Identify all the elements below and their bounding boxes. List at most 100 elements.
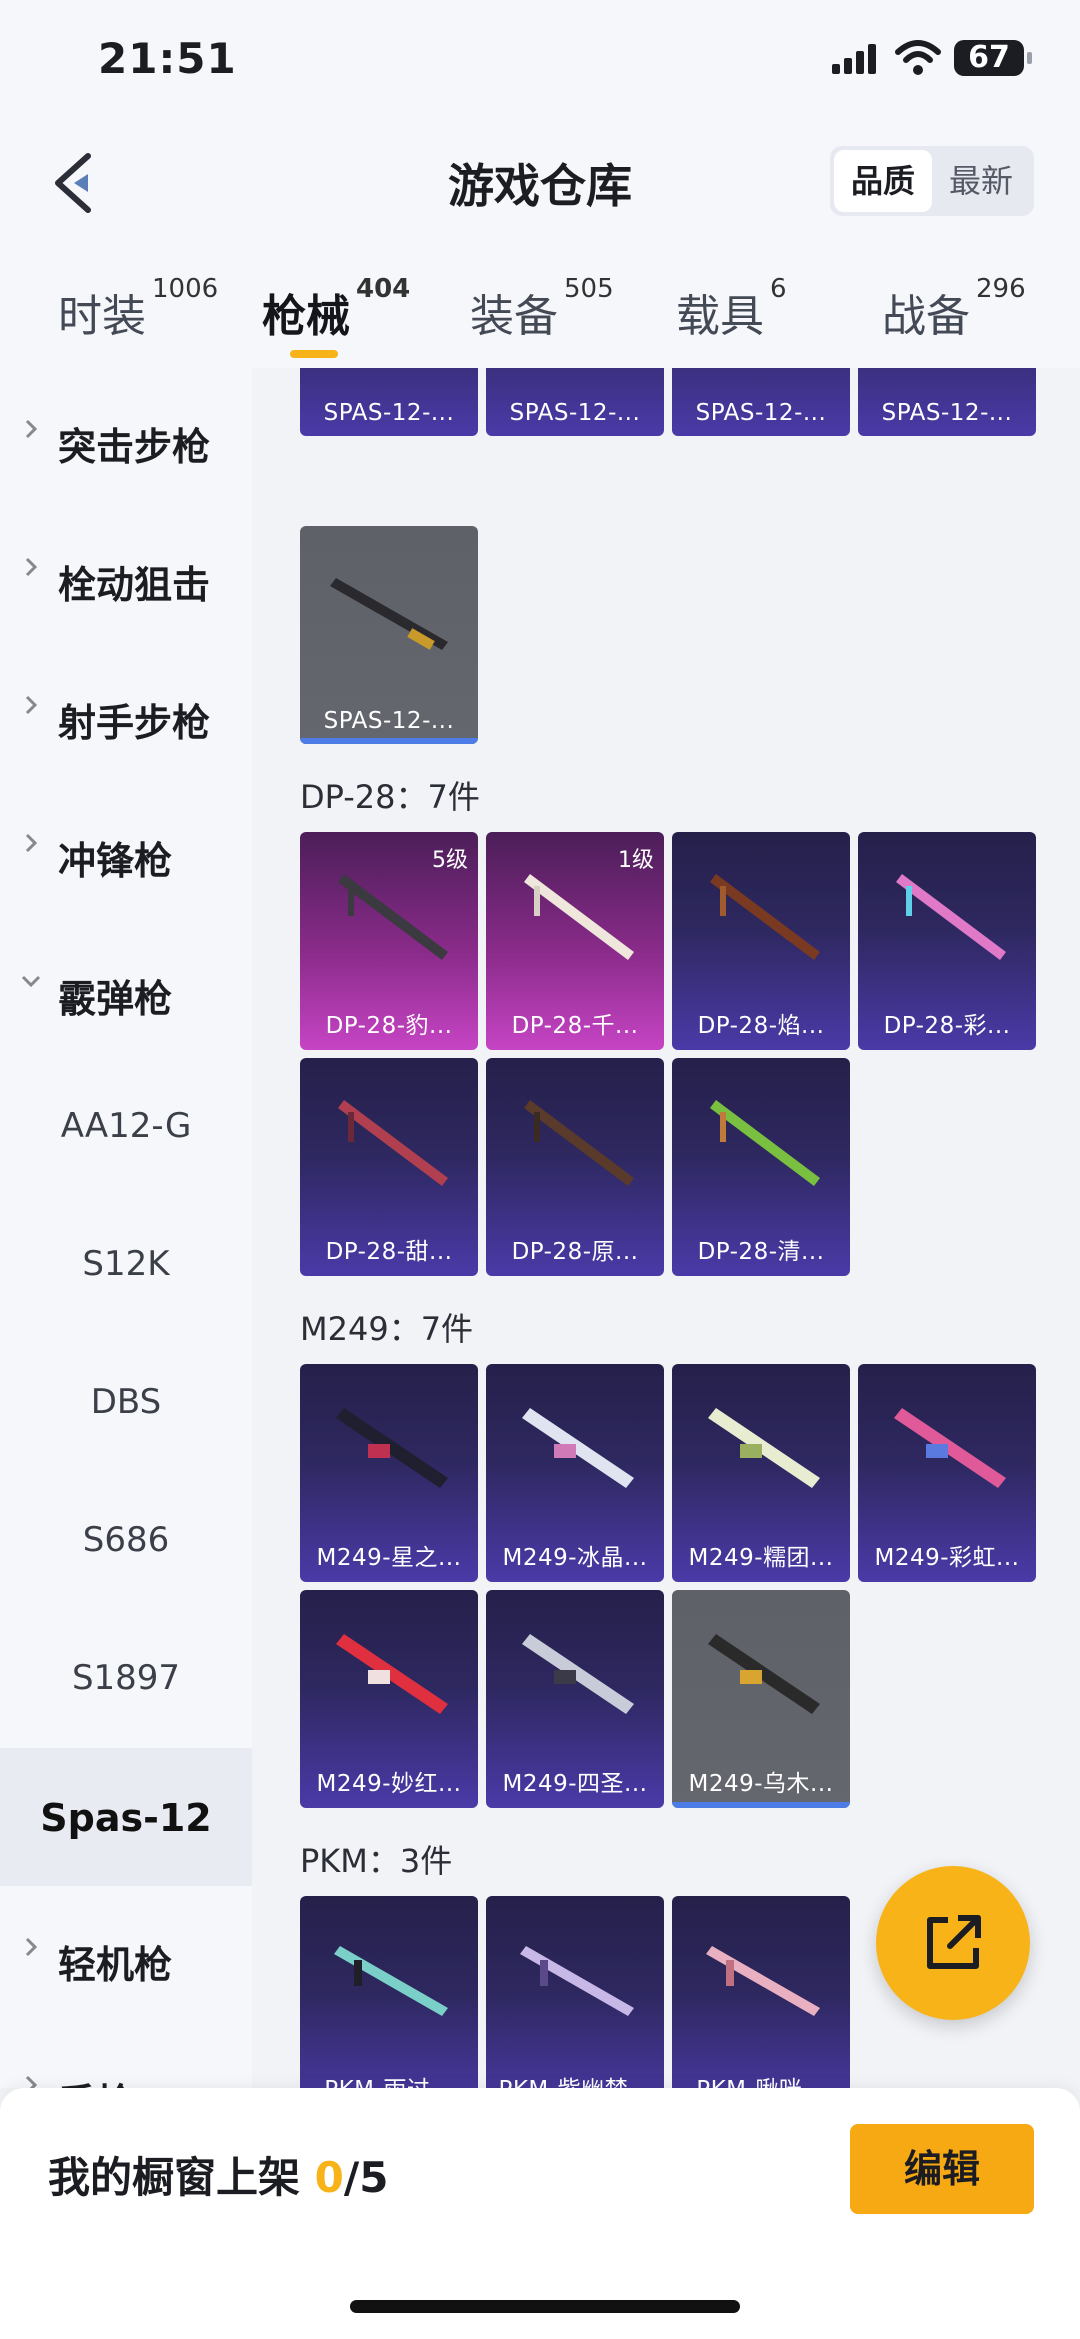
tab-count: 6 xyxy=(770,274,787,304)
weapon-name: DP-28-原... xyxy=(511,1239,639,1265)
sidebar-item-shotgun[interactable]: 霰弹枪 xyxy=(0,920,252,1058)
sort-newest-button[interactable]: 最新 xyxy=(932,150,1030,212)
sidebar-item-label: 冲锋枪 xyxy=(58,839,173,883)
sidebar-subitem-dbs[interactable]: DBS xyxy=(0,1334,252,1472)
share-icon xyxy=(927,1915,981,1969)
sidebar-subitem-aa12g[interactable]: AA12-G xyxy=(0,1058,252,1196)
weapon-name: SPAS-12-... xyxy=(881,400,1013,426)
chevron-right-icon xyxy=(25,2075,38,2088)
weapon-card[interactable]: DP-28-甜... xyxy=(300,1058,478,1276)
shotgun-icon xyxy=(330,578,448,650)
status-time: 21:51 xyxy=(98,34,237,83)
weapon-name: PKM-雨过... xyxy=(300,2070,478,2088)
tab-firearms[interactable]: 枪械404 xyxy=(262,274,410,358)
tab-count: 296 xyxy=(976,274,1026,304)
weapon-name: M249-彩虹... xyxy=(874,1545,1020,1571)
weapon-name: M249-星之... xyxy=(316,1545,462,1571)
weapon-card[interactable]: M249-糯团... xyxy=(672,1364,850,1582)
weapon-card[interactable]: DP-28-彩... xyxy=(858,832,1036,1050)
tab-label: 时装 xyxy=(58,291,146,342)
shelf-current-count: 0 xyxy=(314,2153,344,2202)
shelf-total: /5 xyxy=(343,2153,389,2202)
sort-toggle: 品质 最新 xyxy=(830,146,1034,216)
share-button[interactable] xyxy=(876,1866,1030,2020)
machine-gun-icon xyxy=(522,1408,634,1488)
sidebar-subitem-label: Spas-12 xyxy=(40,1796,212,1840)
sidebar-item-assault-rifle[interactable]: 突击步枪 xyxy=(0,368,252,506)
weapon-name: M249-四圣... xyxy=(502,1771,648,1797)
weapon-card[interactable]: SPAS-12-... xyxy=(300,526,478,744)
weapon-card[interactable]: DP-28-清... xyxy=(672,1058,850,1276)
weapon-name: DP-28-清... xyxy=(697,1239,825,1265)
machine-gun-icon xyxy=(708,1408,820,1488)
tab-supplies[interactable]: 战备296 xyxy=(882,274,1026,344)
chevron-right-icon xyxy=(25,557,38,577)
sidebar-subitem-s686[interactable]: S686 xyxy=(0,1472,252,1610)
weapon-card[interactable]: M249-彩虹... xyxy=(858,1364,1036,1582)
rifle-icon xyxy=(318,368,460,372)
weapon-card[interactable]: M249-乌木... xyxy=(672,1590,850,1808)
weapon-name: DP-28-甜... xyxy=(325,1239,453,1265)
tab-label: 装备 xyxy=(470,291,558,342)
weapon-card[interactable]: M249-四圣... xyxy=(486,1590,664,1808)
sidebar-item-label: 突击步枪 xyxy=(58,425,211,469)
weapon-card[interactable]: DP-28-焰... xyxy=(672,832,850,1050)
weapon-name: SPAS-12-... xyxy=(695,400,827,426)
tab-equipment[interactable]: 装备505 xyxy=(470,274,614,344)
weapon-card[interactable]: M249-妙红... xyxy=(300,1590,478,1808)
weapon-card[interactable]: SPAS-12-... xyxy=(486,368,664,436)
sidebar-item-label: 霰弹枪 xyxy=(58,977,173,1021)
machine-gun-icon xyxy=(896,874,1006,960)
weapon-card[interactable]: SPAS-12-... xyxy=(672,368,850,436)
weapon-card[interactable]: PKM-紫幽梦... xyxy=(486,1896,664,2088)
weapon-name: M249-冰晶... xyxy=(502,1545,648,1571)
weapon-card[interactable]: SPAS-12-... xyxy=(858,368,1036,436)
sidebar-item-bolt-sniper[interactable]: 栓动狙击 xyxy=(0,506,252,644)
weapon-name: DP-28-千... xyxy=(511,1013,639,1039)
shelf-label: 我的橱窗上架 xyxy=(48,2153,315,2202)
tab-vehicles[interactable]: 载具6 xyxy=(676,274,787,344)
sidebar-subitem-label: AA12-G xyxy=(60,1106,192,1146)
edit-button[interactable]: 编辑 xyxy=(850,2124,1034,2214)
weapon-card[interactable]: M249-星之... xyxy=(300,1364,478,1582)
tab-count: 1006 xyxy=(152,274,219,304)
sidebar-item-label: 轻机枪 xyxy=(58,1943,173,1987)
rifle-icon xyxy=(876,368,1018,372)
tab-fashion[interactable]: 时装1006 xyxy=(58,274,218,344)
section-title-m249: M249：7件 xyxy=(300,1310,474,1348)
chevron-down-icon xyxy=(21,975,41,988)
weapon-name: SPAS-12-... xyxy=(509,400,641,426)
weapon-card[interactable]: M249-冰晶... xyxy=(486,1364,664,1582)
machine-gun-icon xyxy=(336,1408,448,1488)
weapon-card[interactable]: 1级 DP-28-千... xyxy=(486,832,664,1050)
sidebar-subitem-s1897[interactable]: S1897 xyxy=(0,1610,252,1748)
machine-gun-icon xyxy=(524,1100,634,1186)
showcase-shelf-status: 我的橱窗上架 0/5 xyxy=(48,2144,388,2205)
sidebar-subitem-spas12[interactable]: Spas-12 xyxy=(0,1748,252,1886)
wifi-icon xyxy=(895,40,941,75)
rifle-icon xyxy=(504,368,646,372)
sidebar-item-smg[interactable]: 冲锋枪 xyxy=(0,782,252,920)
sidebar-item-pistol[interactable]: 手枪 xyxy=(0,2024,252,2088)
machine-gun-icon xyxy=(336,1634,448,1714)
sidebar-subitem-s12k[interactable]: S12K xyxy=(0,1196,252,1334)
weapon-name: DP-28-豹... xyxy=(325,1013,453,1039)
weapon-card[interactable]: PKM-雨过... xyxy=(300,1896,478,2088)
weapon-name: M249-糯团... xyxy=(688,1545,834,1571)
tab-active-indicator xyxy=(290,350,338,358)
weapon-card[interactable]: DP-28-原... xyxy=(486,1058,664,1276)
machine-gun-icon xyxy=(520,1946,634,2016)
weapon-name: PKM-啾咪... xyxy=(672,2070,850,2088)
sidebar-item-lmg[interactable]: 轻机枪 xyxy=(0,1886,252,2024)
chevron-right-icon xyxy=(25,419,38,439)
sort-quality-button[interactable]: 品质 xyxy=(834,150,932,212)
weapon-card[interactable]: SPAS-12-... xyxy=(300,368,478,436)
weapon-card[interactable]: PKM-啾咪... xyxy=(672,1896,850,2088)
weapon-name: DP-28-焰... xyxy=(697,1013,825,1039)
weapon-card[interactable]: 5级 DP-28-豹... xyxy=(300,832,478,1050)
status-bar: 21:51 67 xyxy=(0,0,1080,110)
sidebar-item-marksman-rifle[interactable]: 射手步枪 xyxy=(0,644,252,782)
machine-gun-icon xyxy=(522,1634,634,1714)
battery-icon: 67 xyxy=(954,40,1032,76)
sidebar: 突击步枪 栓动狙击 射手步枪 冲锋枪 霰弹枪 AA12-G S12K DBS S… xyxy=(0,368,252,2088)
